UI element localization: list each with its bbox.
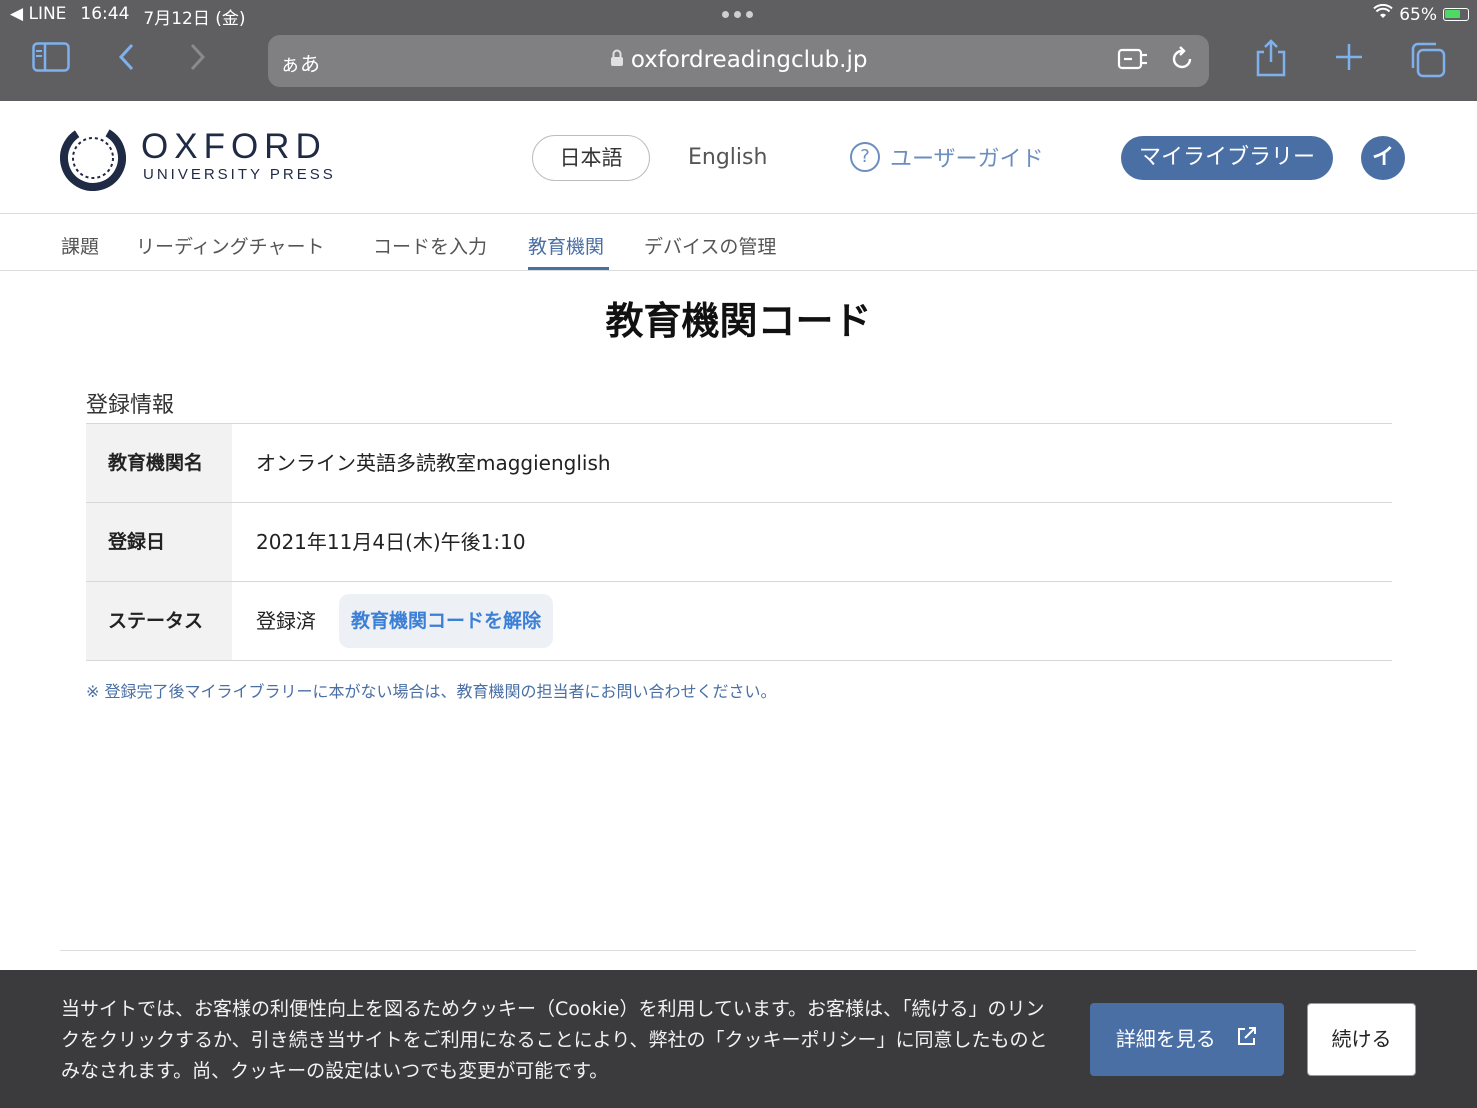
battery-icon — [1443, 8, 1469, 21]
battery-percent: 65% — [1399, 4, 1437, 25]
address-bar[interactable]: ぁあ oxfordreadingclub.jp — [268, 35, 1209, 87]
user-avatar[interactable]: イ — [1361, 136, 1405, 180]
lock-icon — [610, 47, 631, 73]
language-english-link[interactable]: English — [688, 145, 767, 170]
row-value-institution-name: オンライン英語多読教室maggienglish — [256, 451, 611, 475]
row-key-institution-name: 教育機関名 — [86, 424, 232, 502]
logo-wordmark[interactable]: OXFORD — [141, 127, 327, 167]
row-value-status: 登録済 — [256, 609, 316, 633]
registration-info-table: 教育機関名 オンライン英語多読教室maggienglish 登録日 2021年1… — [86, 423, 1392, 661]
active-tab-indicator — [528, 267, 609, 270]
browser-chrome: ◀ LINE 16:44 7月12日 (金) 65% ぁあ oxfordread… — [0, 0, 1477, 101]
url-display[interactable]: oxfordreadingclub.jp — [268, 47, 1209, 73]
new-tab-icon[interactable] — [1334, 42, 1364, 81]
table-row: 登録日 2021年11月4日(木)午後1:10 — [86, 503, 1392, 582]
nav-enter-code[interactable]: コードを入力 — [373, 232, 487, 259]
unlink-institution-code-button[interactable]: 教育機関コードを解除 — [339, 594, 554, 648]
cookie-details-label: 詳細を見る — [1115, 1027, 1216, 1051]
registration-note: ※ 登録完了後マイライブラリーに本がない場合は、教育機関の担当者にお問い合わせく… — [86, 682, 777, 701]
oxford-logo-icon[interactable] — [60, 125, 126, 191]
url-actions — [1117, 45, 1195, 79]
external-link-icon — [1236, 1004, 1258, 1077]
my-library-button[interactable]: マイライブラリー — [1121, 136, 1333, 180]
reader-extension-icon[interactable] — [1117, 45, 1149, 79]
back-icon[interactable] — [116, 42, 136, 81]
status-bar: ◀ LINE 16:44 7月12日 (金) 65% — [0, 0, 1477, 29]
sub-navigation: 課題 リーディングチャート コードを入力 教育機関 デバイスの管理 — [0, 214, 1477, 271]
cookie-continue-button[interactable]: 続ける — [1307, 1003, 1416, 1076]
nav-reading-chart[interactable]: リーディングチャート — [136, 232, 324, 259]
sidebar-toggle-icon[interactable] — [32, 42, 70, 81]
status-right: 65% — [1373, 3, 1469, 25]
nav-institution[interactable]: 教育機関 — [528, 232, 604, 259]
status-time: 16:44 — [80, 4, 130, 24]
forward-icon[interactable] — [188, 42, 208, 81]
page-title: 教育機関コード — [605, 299, 872, 343]
user-guide-link[interactable]: ? ユーザーガイド — [850, 141, 1044, 173]
back-to-app-link[interactable]: ◀ LINE — [10, 4, 66, 29]
tabs-overview-icon[interactable] — [1410, 42, 1446, 87]
table-row: 教育機関名 オンライン英語多読教室maggienglish — [86, 424, 1392, 503]
multitasking-dots-icon[interactable] — [722, 11, 753, 18]
logo-subtitle: UNIVERSITY PRESS — [143, 166, 336, 183]
user-guide-label: ユーザーガイド — [890, 147, 1044, 172]
site-header: OXFORD UNIVERSITY PRESS 日本語 English ? ユー… — [0, 101, 1477, 214]
row-key-status: ステータス — [86, 582, 232, 660]
share-icon[interactable] — [1255, 38, 1287, 87]
status-left: ◀ LINE 16:44 7月12日 (金) — [10, 4, 246, 29]
row-key-registration-date: 登録日 — [86, 503, 232, 581]
reload-icon[interactable] — [1169, 45, 1195, 79]
question-icon: ? — [850, 142, 880, 172]
url-text: oxfordreadingclub.jp — [630, 47, 868, 73]
wifi-icon — [1373, 3, 1393, 25]
language-japanese-button[interactable]: 日本語 — [532, 135, 650, 181]
section-heading: 登録情報 — [86, 393, 175, 418]
status-date: 7月12日 (金) — [143, 9, 246, 29]
cookie-banner: 当サイトでは、お客様の利便性向上を図るためクッキー（Cookie）を利用していま… — [0, 970, 1477, 1108]
table-row: ステータス 登録済 教育機関コードを解除 — [86, 582, 1392, 661]
row-value-registration-date: 2021年11月4日(木)午後1:10 — [256, 530, 526, 554]
cookie-message: 当サイトでは、お客様の利便性向上を図るためクッキー（Cookie）を利用していま… — [61, 998, 1048, 1082]
cookie-details-button[interactable]: 詳細を見る — [1090, 1003, 1284, 1076]
nav-assignments[interactable]: 課題 — [61, 232, 99, 259]
nav-device-management[interactable]: デバイスの管理 — [644, 232, 776, 259]
footer-divider — [60, 950, 1416, 951]
